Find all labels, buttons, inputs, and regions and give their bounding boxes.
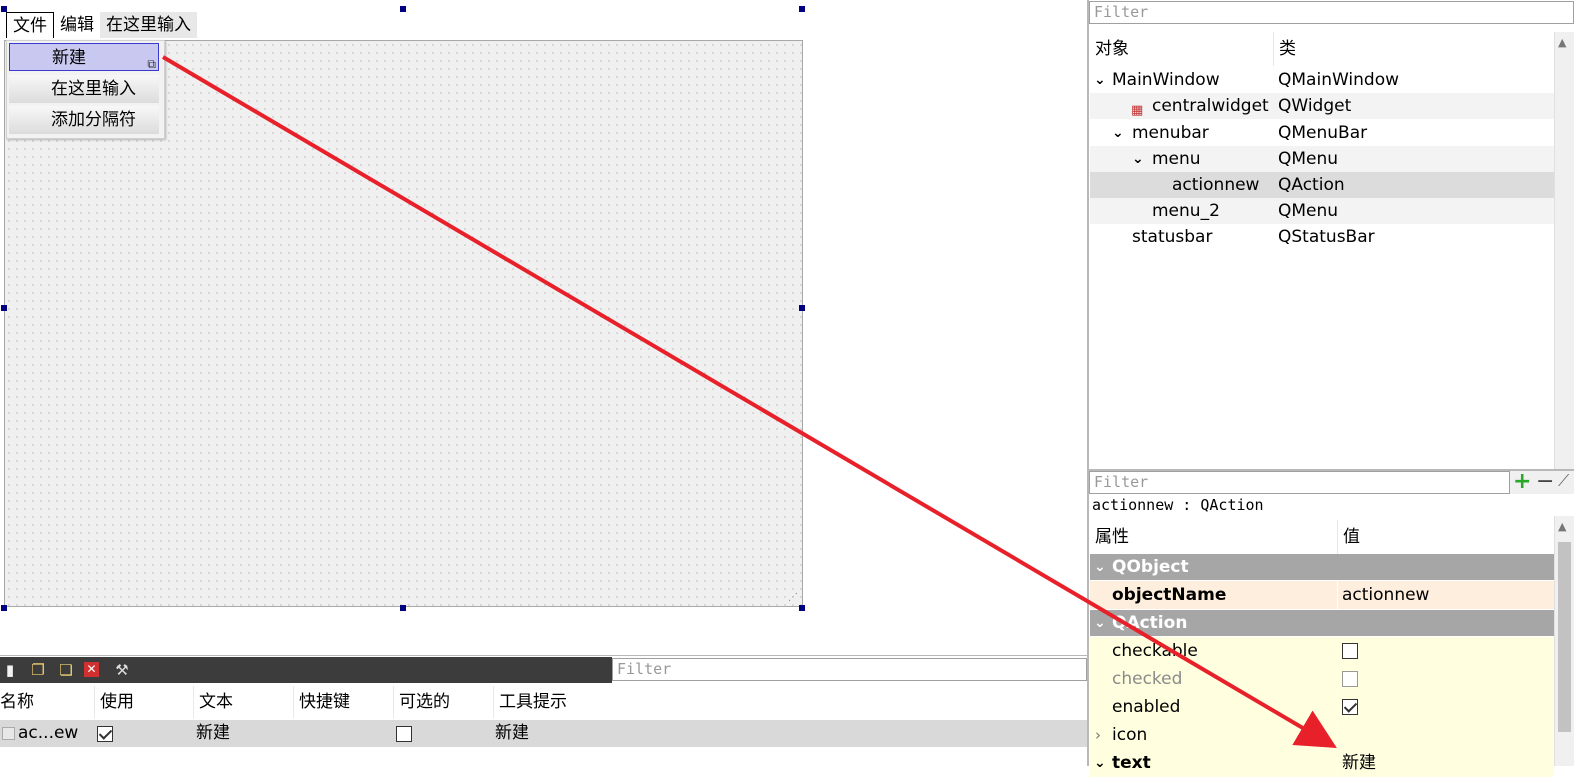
prop-row-objectname[interactable]: objectName actionnew bbox=[1090, 581, 1554, 609]
column-tooltip[interactable]: 工具提示 bbox=[493, 686, 619, 718]
chevron-down-icon[interactable]: ⌄ bbox=[1112, 120, 1124, 146]
selection-handle[interactable] bbox=[799, 605, 805, 611]
selection-handle[interactable] bbox=[1, 305, 7, 311]
selection-handle[interactable] bbox=[1, 605, 7, 611]
scroll-up-icon[interactable]: ▲ bbox=[1558, 520, 1566, 533]
configure-icon[interactable]: ⚒ bbox=[112, 660, 132, 680]
prop-row-icon[interactable]: › icon bbox=[1090, 721, 1554, 749]
chevron-down-icon[interactable]: ⌄ bbox=[1132, 146, 1144, 172]
action-editor-header: 名称 使用 文本 快捷键 可选的 工具提示 bbox=[0, 686, 1087, 718]
column-class[interactable]: 类 bbox=[1273, 32, 1549, 66]
property-toolbar: + − ⟋ bbox=[1510, 469, 1574, 494]
delete-action-icon[interactable]: ✕ bbox=[84, 662, 99, 677]
form-menubar: 文件 编辑 在这里输入 bbox=[6, 12, 197, 38]
selection-handle[interactable] bbox=[799, 6, 805, 12]
selection-handle[interactable] bbox=[1, 6, 7, 12]
file-menu-dropdown: 新建 ⧉ 在这里输入 添加分隔符 bbox=[6, 40, 165, 139]
remove-property-icon[interactable]: − bbox=[1536, 469, 1554, 494]
copy-action-icon[interactable]: ❐ bbox=[28, 660, 48, 680]
tree-row-menu[interactable]: ⌄ menu QMenu bbox=[1090, 146, 1554, 172]
action-editor-divider[interactable] bbox=[0, 655, 1087, 656]
column-shortcut[interactable]: 快捷键 bbox=[293, 686, 394, 718]
wrench-icon[interactable]: ⟋ bbox=[1558, 471, 1569, 491]
tree-row-mainwindow[interactable]: ⌄ MainWindow QMainWindow bbox=[1090, 67, 1554, 93]
text-value[interactable]: 新建 bbox=[1342, 749, 1376, 777]
tree-row-statusbar[interactable]: statusbar QStatusBar bbox=[1090, 224, 1554, 250]
menu-file[interactable]: 文件 bbox=[6, 12, 54, 38]
cell-separator bbox=[1337, 693, 1338, 721]
tree-row-centralwidget[interactable]: ▦ centralwidget QWidget bbox=[1090, 93, 1554, 119]
chevron-down-icon[interactable]: ⌄ bbox=[1094, 67, 1106, 93]
scroll-thumb[interactable] bbox=[1558, 542, 1571, 732]
object-filter-input[interactable]: Filter bbox=[1089, 1, 1574, 24]
prop-row-enabled[interactable]: enabled bbox=[1090, 693, 1554, 721]
column-object[interactable]: 对象 bbox=[1090, 32, 1275, 66]
used-checkbox[interactable] bbox=[97, 726, 113, 742]
column-name[interactable]: 名称 bbox=[0, 686, 88, 718]
property-filter-input[interactable]: Filter bbox=[1089, 471, 1510, 494]
menu-item-add-separator[interactable]: 添加分隔符 bbox=[9, 106, 159, 134]
chevron-down-icon[interactable]: ⌄ bbox=[1094, 610, 1106, 636]
cell-separator bbox=[1337, 749, 1338, 777]
column-value[interactable]: 值 bbox=[1337, 520, 1553, 554]
paste-action-icon[interactable]: ❏ bbox=[56, 660, 76, 680]
property-editor-header: 属性 值 bbox=[1090, 520, 1554, 555]
menu-type-here[interactable]: 在这里输入 bbox=[100, 12, 197, 38]
resize-grip-icon[interactable]: ⋰ bbox=[788, 592, 798, 603]
prop-row-text[interactable]: ⌄ text 新建 bbox=[1090, 749, 1554, 777]
submenu-pin-icon[interactable]: ⧉ bbox=[147, 50, 156, 78]
selection-handle[interactable] bbox=[400, 605, 406, 611]
action-row-actionnew[interactable]: ac...ew 新建 新建 bbox=[0, 720, 1087, 747]
action-icon bbox=[2, 727, 15, 740]
menu-item-new[interactable]: 新建 ⧉ bbox=[9, 43, 159, 71]
chevron-down-icon[interactable]: ⌄ bbox=[1094, 554, 1106, 580]
cell-separator bbox=[1337, 637, 1338, 665]
panel-divider[interactable] bbox=[1087, 0, 1089, 766]
cell-separator bbox=[1337, 581, 1338, 609]
cell-separator bbox=[1337, 721, 1338, 749]
selection-handle[interactable] bbox=[400, 6, 406, 12]
prop-row-checked[interactable]: checked bbox=[1090, 665, 1554, 693]
cell-separator bbox=[1337, 665, 1338, 693]
menu-edit[interactable]: 编辑 bbox=[54, 12, 100, 38]
object-inspector-header: 对象 类 bbox=[1090, 32, 1554, 66]
chevron-down-icon[interactable]: ⌄ bbox=[1094, 749, 1106, 777]
checkable-checkbox[interactable] bbox=[1342, 643, 1358, 659]
new-action-icon[interactable]: ▮ bbox=[0, 660, 20, 680]
group-qaction[interactable]: ⌄ QAction bbox=[1090, 610, 1554, 636]
tree-row-menu-2[interactable]: menu_2 QMenu bbox=[1090, 198, 1554, 224]
menu-item-type-here[interactable]: 在这里输入 bbox=[9, 75, 159, 103]
checkable-cell-checkbox[interactable] bbox=[396, 726, 412, 742]
column-property[interactable]: 属性 bbox=[1090, 520, 1335, 554]
property-editor-title: actionnew : QAction bbox=[1092, 496, 1264, 514]
tree-row-actionnew[interactable]: actionnew QAction bbox=[1090, 172, 1554, 198]
prop-row-checkable[interactable]: checkable bbox=[1090, 637, 1554, 665]
column-checkable[interactable]: 可选的 bbox=[393, 686, 494, 718]
selection-handle[interactable] bbox=[799, 305, 805, 311]
object-inspector-scrollbar[interactable]: ▲ bbox=[1554, 32, 1574, 470]
group-qobject[interactable]: ⌄ QObject bbox=[1090, 554, 1554, 580]
action-filter-input[interactable]: Filter bbox=[612, 658, 1087, 681]
checked-checkbox[interactable] bbox=[1342, 671, 1358, 687]
column-text[interactable]: 文本 bbox=[193, 686, 294, 718]
column-used[interactable]: 使用 bbox=[94, 686, 195, 718]
scroll-up-icon[interactable]: ▲ bbox=[1558, 36, 1566, 49]
menu-item-new-label: 新建 bbox=[52, 48, 86, 68]
add-property-icon[interactable]: + bbox=[1513, 469, 1531, 494]
property-editor-scrollbar[interactable]: ▲ bbox=[1554, 516, 1574, 766]
chevron-right-icon[interactable]: › bbox=[1095, 721, 1101, 749]
objectname-value[interactable]: actionnew bbox=[1342, 581, 1429, 609]
action-editor-toolbar: ▮ ❐ ❏ ✕ ⚒ bbox=[0, 657, 612, 683]
enabled-checkbox[interactable] bbox=[1342, 699, 1358, 715]
tree-row-menubar[interactable]: ⌄ menubar QMenuBar bbox=[1090, 120, 1554, 146]
